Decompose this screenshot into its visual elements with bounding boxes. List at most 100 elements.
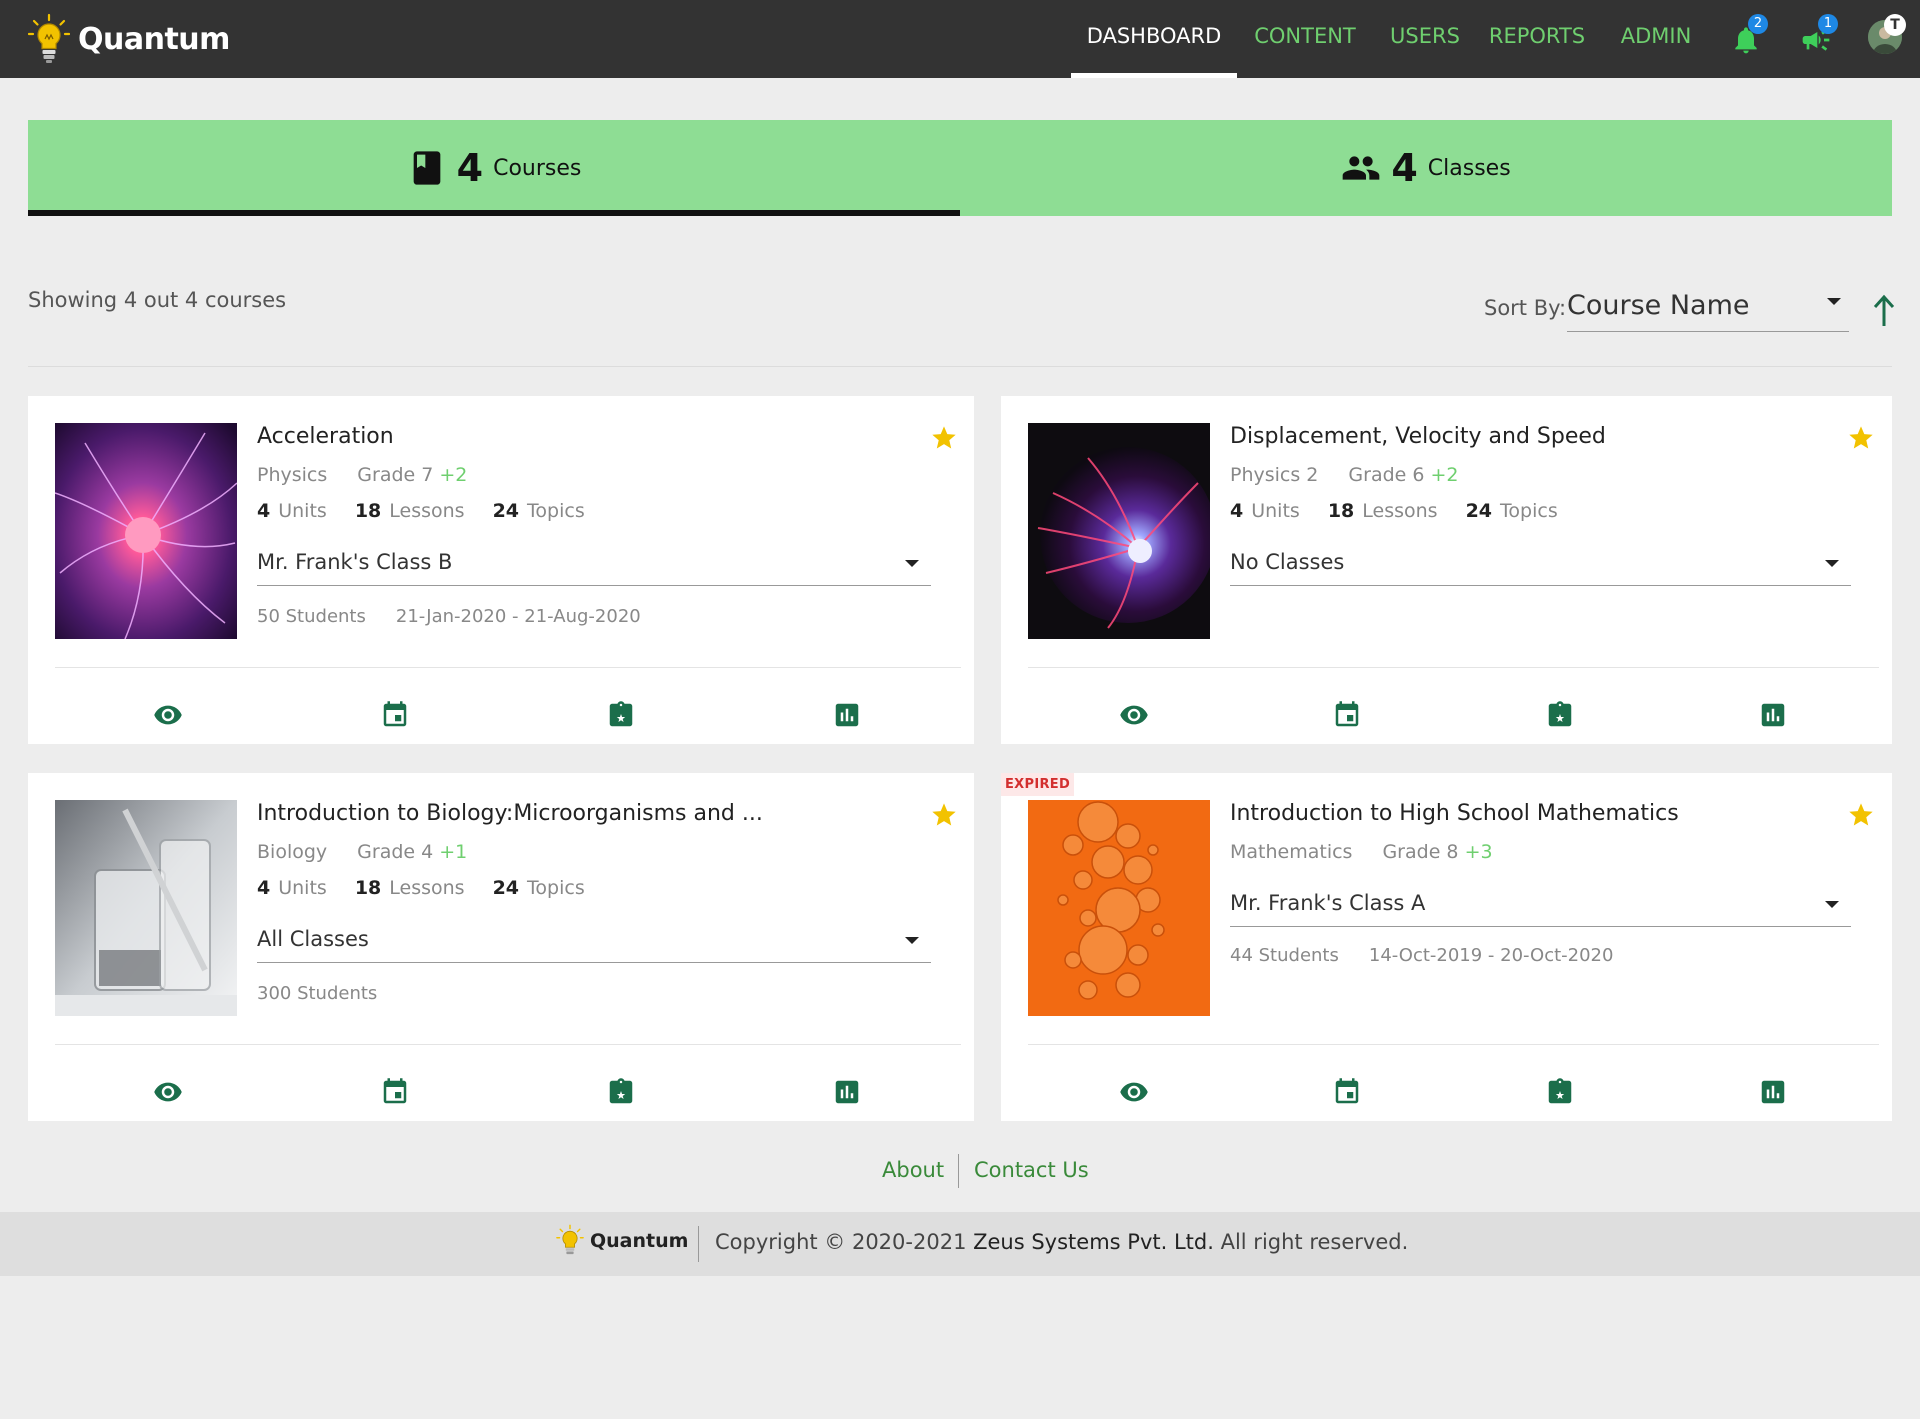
nav-dashboard[interactable]: DASHBOARD bbox=[1071, 0, 1237, 78]
course-title[interactable]: Introduction to Biology:Microorganisms a… bbox=[257, 801, 763, 826]
nav-admin[interactable]: ADMIN bbox=[1611, 0, 1701, 78]
class-select[interactable]: No Classes bbox=[1230, 546, 1851, 586]
course-subject: Physics bbox=[257, 464, 328, 486]
class-details: 44 Students 14-Oct-2019 - 20-Oct-2020 bbox=[1230, 945, 1613, 966]
bookmark-button[interactable] bbox=[1545, 700, 1575, 730]
grade-extra[interactable]: +2 bbox=[1431, 464, 1459, 486]
topics-label: Topics bbox=[527, 877, 585, 899]
view-button[interactable] bbox=[153, 1077, 183, 1107]
contact-us-link[interactable]: Contact Us bbox=[974, 1158, 1089, 1182]
footer-link-separator bbox=[958, 1154, 959, 1188]
classes-count: 4 bbox=[1391, 146, 1418, 190]
report-chart-icon bbox=[1761, 1080, 1785, 1104]
courses-label: Courses bbox=[493, 155, 582, 181]
class-select[interactable]: Mr. Frank's Class B bbox=[257, 546, 931, 586]
course-thumbnail[interactable] bbox=[1028, 423, 1210, 639]
star-icon[interactable] bbox=[930, 424, 958, 452]
notifications-button[interactable]: 2 bbox=[1724, 14, 1770, 62]
view-button[interactable] bbox=[1119, 1077, 1149, 1107]
grade-extra[interactable]: +1 bbox=[439, 841, 467, 863]
orange-bubbles-image bbox=[1028, 800, 1210, 1016]
card-divider bbox=[55, 1044, 961, 1045]
footer-logo: Quantum bbox=[556, 1224, 688, 1258]
course-thumbnail[interactable] bbox=[55, 800, 237, 1016]
topics-count: 24 bbox=[492, 500, 520, 522]
tab-classes[interactable]: 4 Classes bbox=[960, 120, 1892, 216]
summary-tabs: 4 Courses 4 Classes bbox=[28, 120, 1892, 216]
view-button[interactable] bbox=[153, 700, 183, 730]
calendar-icon bbox=[383, 1078, 407, 1104]
nav-content[interactable]: CONTENT bbox=[1244, 0, 1366, 78]
report-button[interactable] bbox=[1758, 700, 1788, 730]
view-button[interactable] bbox=[1119, 700, 1149, 730]
view-icon bbox=[154, 1082, 182, 1102]
class-details: 300 Students bbox=[257, 983, 377, 1004]
lessons-label: Lessons bbox=[389, 500, 465, 522]
view-icon bbox=[154, 705, 182, 725]
view-icon bbox=[1120, 1082, 1148, 1102]
star-icon[interactable] bbox=[1847, 801, 1875, 829]
copyright-suffix: All right reserved. bbox=[1220, 1230, 1409, 1254]
grade-extra[interactable]: +3 bbox=[1465, 841, 1493, 863]
schedule-button[interactable] bbox=[1332, 1077, 1362, 1107]
course-title[interactable]: Introduction to High School Mathematics bbox=[1230, 801, 1679, 826]
course-title[interactable]: Displacement, Velocity and Speed bbox=[1230, 424, 1606, 449]
schedule-button[interactable] bbox=[380, 1077, 410, 1107]
bookmark-star-icon bbox=[609, 701, 633, 727]
schedule-button[interactable] bbox=[1332, 700, 1362, 730]
chevron-down-icon bbox=[905, 937, 919, 944]
topics-label: Topics bbox=[527, 500, 585, 522]
lightbulb-logo-icon bbox=[28, 13, 70, 63]
app-logo[interactable]: Quantum bbox=[28, 10, 230, 68]
sort-by-value: Course Name bbox=[1567, 290, 1750, 321]
footer-links: About Contact Us bbox=[0, 1154, 1920, 1188]
units-count: 4 bbox=[1230, 500, 1244, 522]
course-grade: Grade 4 bbox=[357, 841, 434, 863]
nav-users[interactable]: USERS bbox=[1381, 0, 1469, 78]
about-link[interactable]: About bbox=[882, 1158, 944, 1182]
book-icon bbox=[413, 151, 440, 185]
class-dates: 21-Jan-2020 - 21-Aug-2020 bbox=[395, 606, 641, 627]
tab-courses[interactable]: 4 Courses bbox=[28, 120, 960, 216]
showing-count-text: Showing 4 out 4 courses bbox=[28, 288, 287, 312]
bookmark-star-icon bbox=[1548, 701, 1572, 727]
course-title[interactable]: Acceleration bbox=[257, 424, 394, 449]
course-meta: Biology Grade 4 +1 bbox=[257, 841, 467, 863]
bookmark-button[interactable] bbox=[1545, 1077, 1575, 1107]
bookmark-star-icon bbox=[609, 1078, 633, 1104]
course-card: Acceleration Physics Grade 7 +2 4 Units 18 L… bbox=[28, 396, 974, 744]
class-select[interactable]: All Classes bbox=[257, 923, 931, 963]
course-thumbnail[interactable] bbox=[1028, 800, 1210, 1016]
course-meta: Mathematics Grade 8 +3 bbox=[1230, 841, 1493, 863]
announcements-button[interactable]: 1 bbox=[1794, 14, 1840, 62]
chevron-down-icon bbox=[1827, 298, 1841, 305]
people-icon bbox=[1342, 156, 1380, 180]
lessons-label: Lessons bbox=[389, 877, 465, 899]
grade-extra[interactable]: +2 bbox=[439, 464, 467, 486]
student-count: 300 Students bbox=[257, 983, 378, 1004]
class-select-value: Mr. Frank's Class A bbox=[1230, 891, 1426, 915]
star-icon[interactable] bbox=[1847, 424, 1875, 452]
classes-label: Classes bbox=[1427, 155, 1511, 181]
calendar-icon bbox=[383, 701, 407, 727]
report-button[interactable] bbox=[1758, 1077, 1788, 1107]
notifications-count-badge: 2 bbox=[1748, 14, 1768, 34]
course-subject: Biology bbox=[257, 841, 328, 863]
student-count: 50 Students bbox=[257, 606, 366, 627]
class-select-value: Mr. Frank's Class B bbox=[257, 550, 453, 574]
course-thumbnail[interactable] bbox=[55, 423, 237, 639]
class-select[interactable]: Mr. Frank's Class A bbox=[1230, 887, 1851, 927]
units-label: Units bbox=[278, 500, 327, 522]
report-button[interactable] bbox=[832, 700, 862, 730]
star-icon[interactable] bbox=[930, 801, 958, 829]
sort-by-select[interactable]: Course Name bbox=[1567, 282, 1849, 332]
course-meta: Physics 2 Grade 6 +2 bbox=[1230, 464, 1459, 486]
footer-separator bbox=[698, 1226, 699, 1262]
nav-reports[interactable]: REPORTS bbox=[1487, 0, 1587, 78]
bookmark-button[interactable] bbox=[606, 700, 636, 730]
bookmark-button[interactable] bbox=[606, 1077, 636, 1107]
report-button[interactable] bbox=[832, 1077, 862, 1107]
schedule-button[interactable] bbox=[380, 700, 410, 730]
sort-ascending-arrow-icon[interactable] bbox=[1872, 294, 1896, 328]
course-stats: 4 Units 18 Lessons 24 Topics bbox=[257, 877, 585, 899]
